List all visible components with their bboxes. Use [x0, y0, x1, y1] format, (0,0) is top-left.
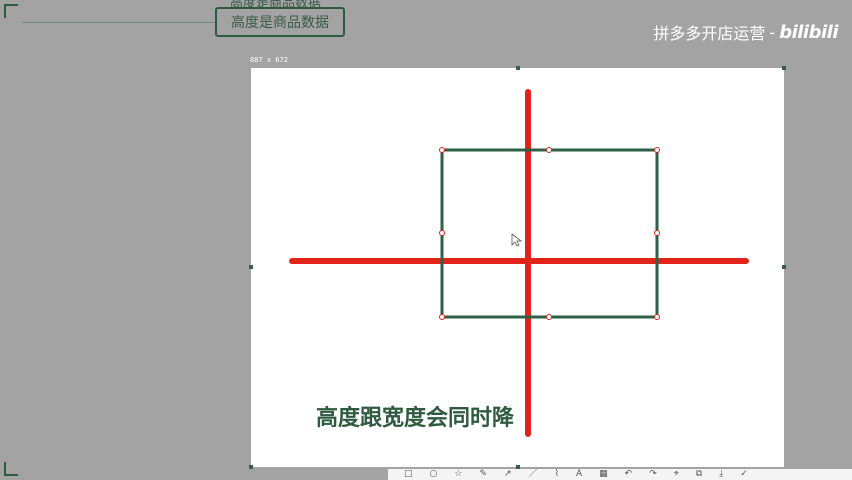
screenshot-toolbar: □ ○ ☆ ✎ ↗ ／ ⌇ A ▦ ↶ ↷ ⌖ ⧉ ⤓ ✓	[388, 469, 852, 480]
undo-icon[interactable]: ↶	[625, 469, 633, 480]
selection-handle-top[interactable]	[516, 66, 520, 70]
pen-icon[interactable]: ✎	[479, 469, 487, 480]
check-icon[interactable]: ✓	[740, 469, 748, 480]
handle-middle-right	[654, 230, 660, 236]
bilibili-logo: bilibili	[779, 21, 838, 43]
ellipse-icon[interactable]: ○	[430, 469, 438, 480]
selection-handle-left[interactable]	[249, 265, 253, 269]
copy-icon[interactable]: ⧉	[696, 469, 702, 480]
layer-label-text: 高度是商品数据	[231, 15, 329, 31]
rectangle-handles[interactable]	[439, 147, 660, 320]
green-rectangle[interactable]	[440, 148, 659, 319]
handle-top-right	[654, 147, 660, 153]
text-icon[interactable]: A	[576, 469, 582, 480]
subtitle-caption: 高度跟宽度会同时降	[316, 406, 515, 431]
selection-handle-top-right[interactable]	[782, 66, 786, 70]
handle-middle-left	[439, 230, 445, 236]
pin-icon[interactable]: ⌖	[674, 469, 679, 480]
mosaic-icon[interactable]: ▦	[599, 469, 608, 480]
layer-label-button[interactable]: 高度是商品数据	[215, 7, 345, 37]
handle-bottom-right	[654, 314, 660, 320]
line-icon[interactable]: ／	[529, 469, 538, 480]
frame-corner-bottom-left	[4, 462, 18, 476]
watermark: 拼多多开店运营 - bilibili	[653, 20, 838, 44]
brush-icon[interactable]: ⌇	[555, 469, 559, 480]
cursor-icon	[511, 233, 523, 247]
watermark-dash: -	[769, 22, 776, 42]
arrow-icon[interactable]: ↗	[504, 469, 512, 480]
star-icon[interactable]: ☆	[454, 469, 462, 480]
selection-handle-bottom-left[interactable]	[249, 465, 253, 469]
handle-bottom-left	[439, 314, 445, 320]
connector-line	[22, 22, 216, 23]
frame-corner-top-left	[4, 4, 18, 18]
watermark-text: 拼多多开店运营	[653, 24, 766, 43]
handle-bottom-middle	[546, 314, 552, 320]
redo-icon[interactable]: ↷	[649, 469, 657, 480]
handle-top-left	[439, 147, 445, 153]
handle-top-middle	[546, 147, 552, 153]
selection-handle-right[interactable]	[782, 265, 786, 269]
rect-icon[interactable]: □	[404, 469, 413, 480]
canvas-dimensions-label: 887 x 672	[250, 56, 288, 64]
save-icon[interactable]: ⤓	[719, 469, 723, 480]
